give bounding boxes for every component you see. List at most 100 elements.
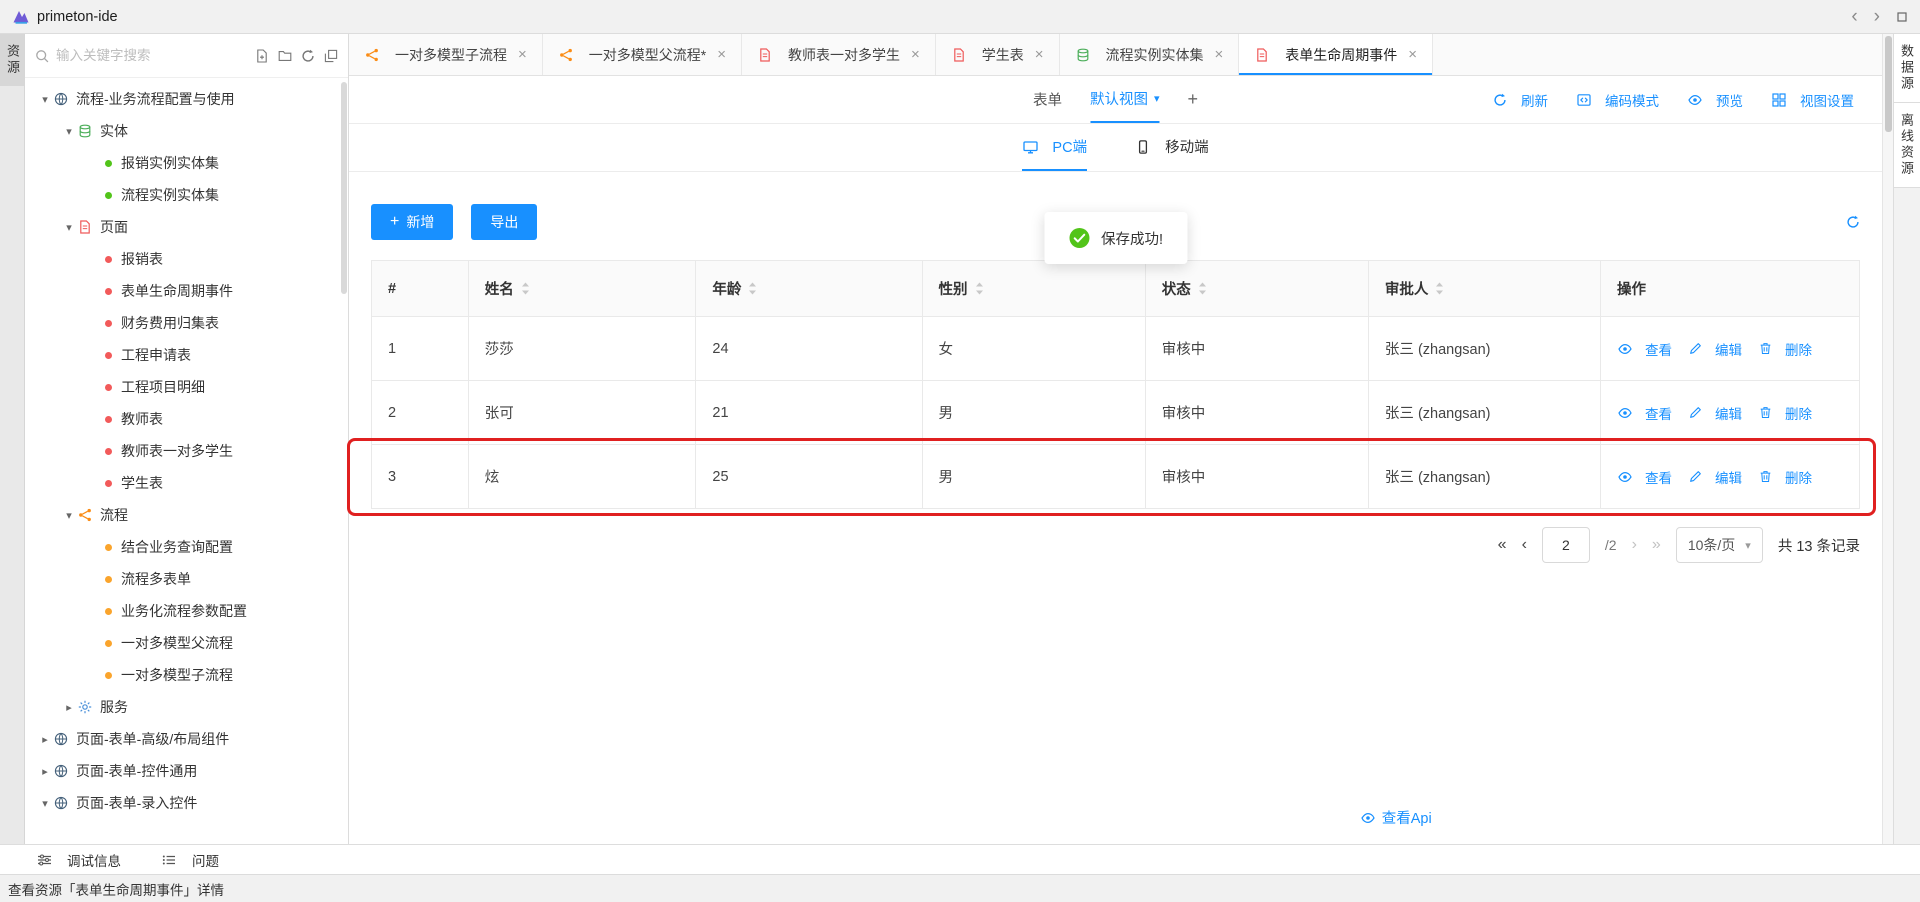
- sort-icon[interactable]: [521, 282, 530, 295]
- column-header[interactable]: 年龄: [696, 261, 922, 317]
- chevron-right-icon[interactable]: ▸: [37, 733, 53, 746]
- tree-item[interactable]: 流程实例实体集: [25, 179, 348, 211]
- view-api-link[interactable]: 查看Api: [1361, 807, 1432, 828]
- tree-item[interactable]: ▾流程-业务流程配置与使用: [25, 83, 348, 115]
- folder-icon[interactable]: [278, 49, 292, 63]
- column-header[interactable]: 性别: [922, 261, 1145, 317]
- row-action-edit[interactable]: 编辑: [1687, 339, 1742, 359]
- sync-refresh-icon[interactable]: [1846, 215, 1860, 229]
- tree-item[interactable]: 学生表: [25, 467, 348, 499]
- tree-item[interactable]: ▾页面: [25, 211, 348, 243]
- export-button[interactable]: 导出: [471, 204, 537, 240]
- chevron-down-icon[interactable]: ▾: [61, 125, 77, 138]
- tree-item[interactable]: 流程多表单: [25, 563, 348, 595]
- nav-forward-icon[interactable]: ›: [1874, 7, 1880, 26]
- tree-item[interactable]: 结合业务查询配置: [25, 531, 348, 563]
- row-action-edit[interactable]: 编辑: [1687, 467, 1742, 487]
- add-button[interactable]: + 新增: [371, 204, 453, 240]
- header-action-refresh[interactable]: 刷新: [1492, 90, 1548, 110]
- chevron-right-icon[interactable]: ▸: [37, 765, 53, 778]
- bottom-tab-problems[interactable]: 问题: [161, 850, 219, 870]
- close-icon[interactable]: ×: [1215, 46, 1224, 63]
- tree-item[interactable]: 工程申请表: [25, 339, 348, 371]
- close-icon[interactable]: ×: [717, 46, 726, 63]
- row-action-view[interactable]: 查看: [1617, 403, 1672, 423]
- sort-icon[interactable]: [1435, 282, 1444, 295]
- jump-first-button[interactable]: «: [1498, 536, 1507, 554]
- chevron-down-icon[interactable]: ▾: [37, 797, 53, 810]
- row-action-edit[interactable]: 编辑: [1687, 403, 1742, 423]
- page-number-input[interactable]: [1542, 527, 1590, 563]
- row-action-delete[interactable]: 删除: [1757, 339, 1812, 359]
- column-header[interactable]: 状态: [1145, 261, 1368, 317]
- sort-icon[interactable]: [975, 282, 984, 295]
- chevron-down-icon[interactable]: ▾: [37, 93, 53, 106]
- tree-item[interactable]: 教师表一对多学生: [25, 435, 348, 467]
- tree-item[interactable]: ▸页面-表单-控件通用: [25, 755, 348, 787]
- document-tab[interactable]: 流程实例实体集×: [1060, 34, 1240, 75]
- file-locate-icon[interactable]: [255, 49, 269, 63]
- search-input[interactable]: [56, 48, 248, 63]
- sidebar-scrollbar[interactable]: [341, 82, 347, 294]
- maximize-icon[interactable]: [1896, 11, 1908, 23]
- tree-item[interactable]: 一对多模型子流程: [25, 659, 348, 691]
- add-view-button[interactable]: +: [1188, 89, 1199, 110]
- tree-item[interactable]: 财务费用归集表: [25, 307, 348, 339]
- tree-item[interactable]: 报销表: [25, 243, 348, 275]
- jump-last-button[interactable]: »: [1652, 536, 1661, 554]
- tree-item[interactable]: 表单生命周期事件: [25, 275, 348, 307]
- close-icon[interactable]: ×: [1035, 46, 1044, 63]
- chevron-right-icon[interactable]: ▸: [61, 701, 77, 714]
- column-header[interactable]: 姓名: [468, 261, 696, 317]
- chevron-down-icon[interactable]: ▾: [61, 509, 77, 522]
- row-action-delete[interactable]: 删除: [1757, 403, 1812, 423]
- document-tab[interactable]: 表单生命周期事件×: [1239, 34, 1433, 75]
- document-tab[interactable]: 教师表一对多学生×: [742, 34, 936, 75]
- resources-vertical-tab[interactable]: 资源: [0, 34, 24, 86]
- next-page-button[interactable]: ›: [1632, 536, 1637, 554]
- row-action-delete[interactable]: 删除: [1757, 467, 1812, 487]
- refresh-icon[interactable]: [301, 49, 315, 63]
- column-header[interactable]: 审批人: [1368, 261, 1600, 317]
- bottom-tab-debug-info[interactable]: 调试信息: [36, 850, 121, 870]
- tree-item[interactable]: 一对多模型父流程: [25, 627, 348, 659]
- view-selector-tab[interactable]: 默认视图 ▾: [1090, 76, 1160, 123]
- device-tab-pc[interactable]: PC端: [1022, 124, 1087, 171]
- close-icon[interactable]: ×: [1408, 46, 1417, 63]
- row-action-view[interactable]: 查看: [1617, 467, 1672, 487]
- sort-icon[interactable]: [1198, 282, 1207, 295]
- header-action-view-settings[interactable]: 视图设置: [1771, 90, 1854, 110]
- main-scrollbar[interactable]: [1882, 34, 1893, 844]
- tree-item[interactable]: ▾实体: [25, 115, 348, 147]
- document-tab[interactable]: 一对多模型父流程*×: [543, 34, 742, 75]
- right-panel-tab[interactable]: 数据源: [1894, 34, 1920, 103]
- header-action-code-mode[interactable]: 编码模式: [1576, 90, 1659, 110]
- tree-item[interactable]: ▸页面-表单-高级/布局组件: [25, 723, 348, 755]
- sort-icon[interactable]: [748, 282, 757, 295]
- tree-item[interactable]: ▾流程: [25, 499, 348, 531]
- nav-back-icon[interactable]: ‹: [1851, 7, 1857, 26]
- table-row[interactable]: 2张可21男审核中张三 (zhangsan)查看编辑删除: [372, 381, 1860, 445]
- close-icon[interactable]: ×: [911, 46, 920, 63]
- table-row[interactable]: 1莎莎24女审核中张三 (zhangsan)查看编辑删除: [372, 317, 1860, 381]
- tree-item[interactable]: ▾页面-表单-录入控件: [25, 787, 348, 819]
- right-panel-tab[interactable]: 离线资源: [1894, 103, 1920, 188]
- device-tab-mobile[interactable]: 移动端: [1135, 124, 1209, 171]
- chevron-down-icon[interactable]: ▾: [61, 221, 77, 234]
- table-row-highlighted[interactable]: 3炫25男审核中张三 (zhangsan)查看编辑删除: [372, 445, 1860, 509]
- form-tab[interactable]: 表单: [1033, 76, 1062, 123]
- tree-item[interactable]: 业务化流程参数配置: [25, 595, 348, 627]
- header-action-preview[interactable]: 预览: [1687, 90, 1743, 110]
- close-icon[interactable]: ×: [518, 46, 527, 63]
- prev-page-button[interactable]: ‹: [1522, 536, 1527, 554]
- document-tab[interactable]: 学生表×: [936, 34, 1060, 75]
- document-tab[interactable]: 一对多模型子流程×: [349, 34, 543, 75]
- page-size-select[interactable]: 10条/页 ▾: [1676, 527, 1763, 563]
- tree-item[interactable]: 教师表: [25, 403, 348, 435]
- tree-item[interactable]: ▸服务: [25, 691, 348, 723]
- collapse-all-icon[interactable]: [324, 49, 338, 63]
- tree-item[interactable]: 工程项目明细: [25, 371, 348, 403]
- scrollbar-thumb[interactable]: [1885, 36, 1892, 132]
- tree-item[interactable]: 报销实例实体集: [25, 147, 348, 179]
- row-action-view[interactable]: 查看: [1617, 339, 1672, 359]
